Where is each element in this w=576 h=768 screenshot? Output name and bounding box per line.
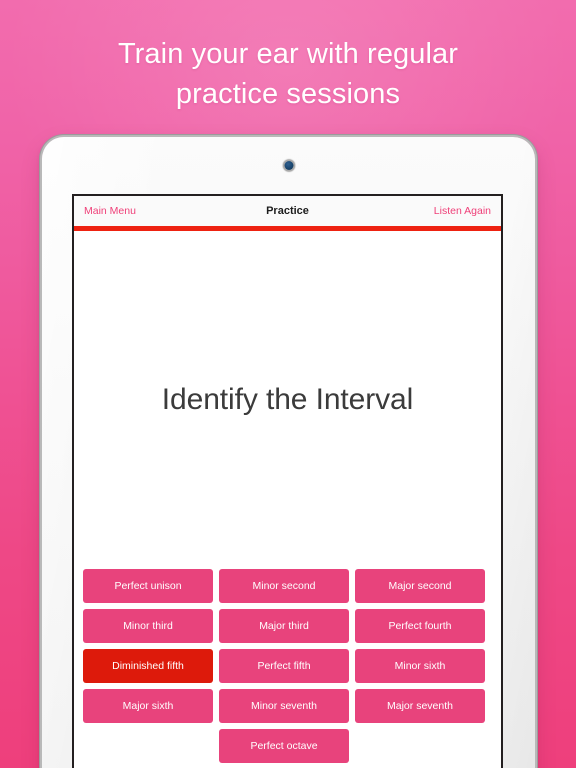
answer-option-button[interactable]: Minor seventh — [219, 689, 349, 723]
answer-option-button[interactable]: Perfect unison — [83, 569, 213, 603]
main-menu-button[interactable]: Main Menu — [84, 205, 136, 217]
answer-option-button[interactable]: Major seventh — [355, 689, 485, 723]
answer-option-button[interactable]: Diminished fifth — [83, 649, 213, 683]
app-screen: Main Menu Practice Listen Again Identify… — [72, 194, 503, 768]
answer-option-button[interactable]: Minor third — [83, 609, 213, 643]
answer-option-button[interactable]: Minor sixth — [355, 649, 485, 683]
app-store-promo-page: Train your ear with regular practice ses… — [0, 0, 576, 768]
promo-headline-line-2: practice sessions — [175, 78, 401, 110]
answer-option-button[interactable]: Minor second — [219, 569, 349, 603]
answer-option-button[interactable]: Perfect fifth — [219, 649, 349, 683]
listen-again-button[interactable]: Listen Again — [434, 205, 491, 217]
promo-headline: Train your ear with regular practice ses… — [0, 34, 576, 114]
answer-option-button[interactable]: Perfect octave — [219, 729, 349, 763]
tablet-device-frame: Main Menu Practice Listen Again Identify… — [42, 137, 535, 768]
answer-option-button[interactable]: Perfect fourth — [355, 609, 485, 643]
answer-option-button[interactable]: Major third — [219, 609, 349, 643]
promo-headline-line-1: Train your ear with regular — [117, 38, 459, 70]
interval-prompt: Identify the Interval — [161, 383, 414, 416]
answer-option-button[interactable]: Major second — [355, 569, 485, 603]
navigation-bar: Main Menu Practice Listen Again — [74, 196, 501, 226]
answer-grid: Perfect unison Minor second Major second Mi… — [83, 569, 492, 763]
front-camera-icon — [284, 161, 293, 170]
practice-content: Identify the Interval Perfect unison Mino… — [74, 231, 501, 768]
answer-option-button[interactable]: Major sixth — [83, 689, 213, 723]
